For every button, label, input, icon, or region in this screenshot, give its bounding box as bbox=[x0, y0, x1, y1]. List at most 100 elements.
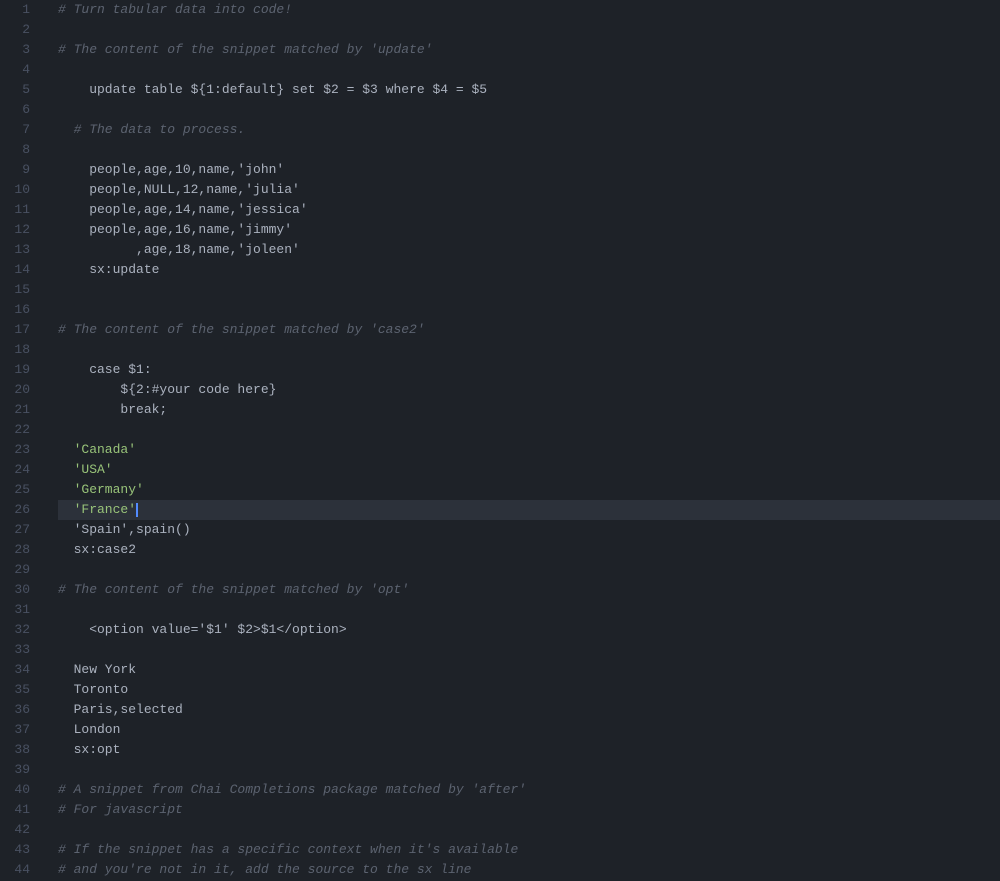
token-plain: break; bbox=[58, 402, 167, 417]
token-string: 'Germany' bbox=[58, 482, 144, 497]
line-number-21: 21 bbox=[0, 400, 42, 420]
code-line-13: ,age,18,name,'joleen' bbox=[58, 240, 1000, 260]
code-line-44: # and you're not in it, add the source t… bbox=[58, 860, 1000, 880]
code-line-29 bbox=[58, 560, 1000, 580]
token-plain: people,age,16,name,'jimmy' bbox=[58, 222, 292, 237]
code-line-41: # For javascript bbox=[58, 800, 1000, 820]
code-line-28: sx:case2 bbox=[58, 540, 1000, 560]
code-line-16 bbox=[58, 300, 1000, 320]
token-string: 'Canada' bbox=[58, 442, 136, 457]
code-line-2 bbox=[58, 20, 1000, 40]
line-number-2: 2 bbox=[0, 20, 42, 40]
line-number-28: 28 bbox=[0, 540, 42, 560]
code-line-42 bbox=[58, 820, 1000, 840]
token-plain: ${2:#your code here} bbox=[58, 382, 276, 397]
line-number-1: 1 bbox=[0, 0, 42, 20]
code-line-12: people,age,16,name,'jimmy' bbox=[58, 220, 1000, 240]
code-line-14: sx:update bbox=[58, 260, 1000, 280]
token-comment: # The data to process. bbox=[58, 122, 245, 137]
line-number-27: 27 bbox=[0, 520, 42, 540]
line-number-6: 6 bbox=[0, 100, 42, 120]
code-line-19: case $1: bbox=[58, 360, 1000, 380]
code-line-35: Toronto bbox=[58, 680, 1000, 700]
line-number-3: 3 bbox=[0, 40, 42, 60]
line-number-42: 42 bbox=[0, 820, 42, 840]
code-line-26: 'France' bbox=[58, 500, 1000, 520]
line-number-39: 39 bbox=[0, 760, 42, 780]
token-plain: 'Spain',spain() bbox=[58, 522, 191, 537]
code-line-27: 'Spain',spain() bbox=[58, 520, 1000, 540]
line-number-32: 32 bbox=[0, 620, 42, 640]
token-plain: sx:update bbox=[58, 262, 159, 277]
line-number-7: 7 bbox=[0, 120, 42, 140]
code-line-6 bbox=[58, 100, 1000, 120]
line-number-12: 12 bbox=[0, 220, 42, 240]
line-number-30: 30 bbox=[0, 580, 42, 600]
code-line-43: # If the snippet has a specific context … bbox=[58, 840, 1000, 860]
line-number-24: 24 bbox=[0, 460, 42, 480]
code-line-32: <option value='$1' $2>$1</option> bbox=[58, 620, 1000, 640]
token-string: 'USA' bbox=[58, 462, 113, 477]
text-cursor bbox=[136, 503, 138, 517]
code-line-33 bbox=[58, 640, 1000, 660]
code-line-39 bbox=[58, 760, 1000, 780]
code-line-17: # The content of the snippet matched by … bbox=[58, 320, 1000, 340]
code-line-36: Paris,selected bbox=[58, 700, 1000, 720]
token-plain: people,age,14,name,'jessica' bbox=[58, 202, 308, 217]
line-number-37: 37 bbox=[0, 720, 42, 740]
token-plain: people,age,10,name,'john' bbox=[58, 162, 284, 177]
line-number-14: 14 bbox=[0, 260, 42, 280]
code-line-7: # The data to process. bbox=[58, 120, 1000, 140]
code-line-38: sx:opt bbox=[58, 740, 1000, 760]
token-comment: # and you're not in it, add the source t… bbox=[58, 862, 471, 877]
token-comment: # A snippet from Chai Completions packag… bbox=[58, 782, 526, 797]
code-line-21: break; bbox=[58, 400, 1000, 420]
code-line-5: update table ${1:default} set $2 = $3 wh… bbox=[58, 80, 1000, 100]
code-line-23: 'Canada' bbox=[58, 440, 1000, 460]
token-plain: people,NULL,12,name,'julia' bbox=[58, 182, 300, 197]
line-number-11: 11 bbox=[0, 200, 42, 220]
token-plain: New York bbox=[58, 662, 136, 677]
line-number-4: 4 bbox=[0, 60, 42, 80]
code-line-34: New York bbox=[58, 660, 1000, 680]
code-line-37: London bbox=[58, 720, 1000, 740]
line-number-41: 41 bbox=[0, 800, 42, 820]
line-number-31: 31 bbox=[0, 600, 42, 620]
token-plain: London bbox=[58, 722, 120, 737]
line-number-10: 10 bbox=[0, 180, 42, 200]
code-line-24: 'USA' bbox=[58, 460, 1000, 480]
line-number-33: 33 bbox=[0, 640, 42, 660]
line-number-19: 19 bbox=[0, 360, 42, 380]
token-plain: sx:opt bbox=[58, 742, 120, 757]
code-line-4 bbox=[58, 60, 1000, 80]
line-number-15: 15 bbox=[0, 280, 42, 300]
line-number-16: 16 bbox=[0, 300, 42, 320]
code-line-30: # The content of the snippet matched by … bbox=[58, 580, 1000, 600]
token-comment: # The content of the snippet matched by … bbox=[58, 322, 425, 337]
token-plain: Paris,selected bbox=[58, 702, 183, 717]
code-line-18 bbox=[58, 340, 1000, 360]
token-plain: <option value='$1' $2>$1</option> bbox=[58, 622, 347, 637]
code-line-15 bbox=[58, 280, 1000, 300]
line-number-35: 35 bbox=[0, 680, 42, 700]
code-line-20: ${2:#your code here} bbox=[58, 380, 1000, 400]
code-line-8 bbox=[58, 140, 1000, 160]
code-area[interactable]: # Turn tabular data into code! # The con… bbox=[42, 0, 1000, 881]
code-line-9: people,age,10,name,'john' bbox=[58, 160, 1000, 180]
token-string: 'France' bbox=[58, 502, 136, 517]
line-number-43: 43 bbox=[0, 840, 42, 860]
line-number-29: 29 bbox=[0, 560, 42, 580]
line-number-36: 36 bbox=[0, 700, 42, 720]
code-line-31 bbox=[58, 600, 1000, 620]
token-comment: # For javascript bbox=[58, 802, 183, 817]
code-line-25: 'Germany' bbox=[58, 480, 1000, 500]
code-line-3: # The content of the snippet matched by … bbox=[58, 40, 1000, 60]
code-editor: 1234567891011121314151617181920212223242… bbox=[0, 0, 1000, 881]
token-plain: update table ${1:default} set $2 = $3 wh… bbox=[58, 82, 487, 97]
token-plain: ,age,18,name,'joleen' bbox=[58, 242, 300, 257]
code-line-1: # Turn tabular data into code! bbox=[58, 0, 1000, 20]
token-plain: case $1: bbox=[58, 362, 152, 377]
line-number-22: 22 bbox=[0, 420, 42, 440]
token-comment: # The content of the snippet matched by … bbox=[58, 582, 409, 597]
line-number-8: 8 bbox=[0, 140, 42, 160]
